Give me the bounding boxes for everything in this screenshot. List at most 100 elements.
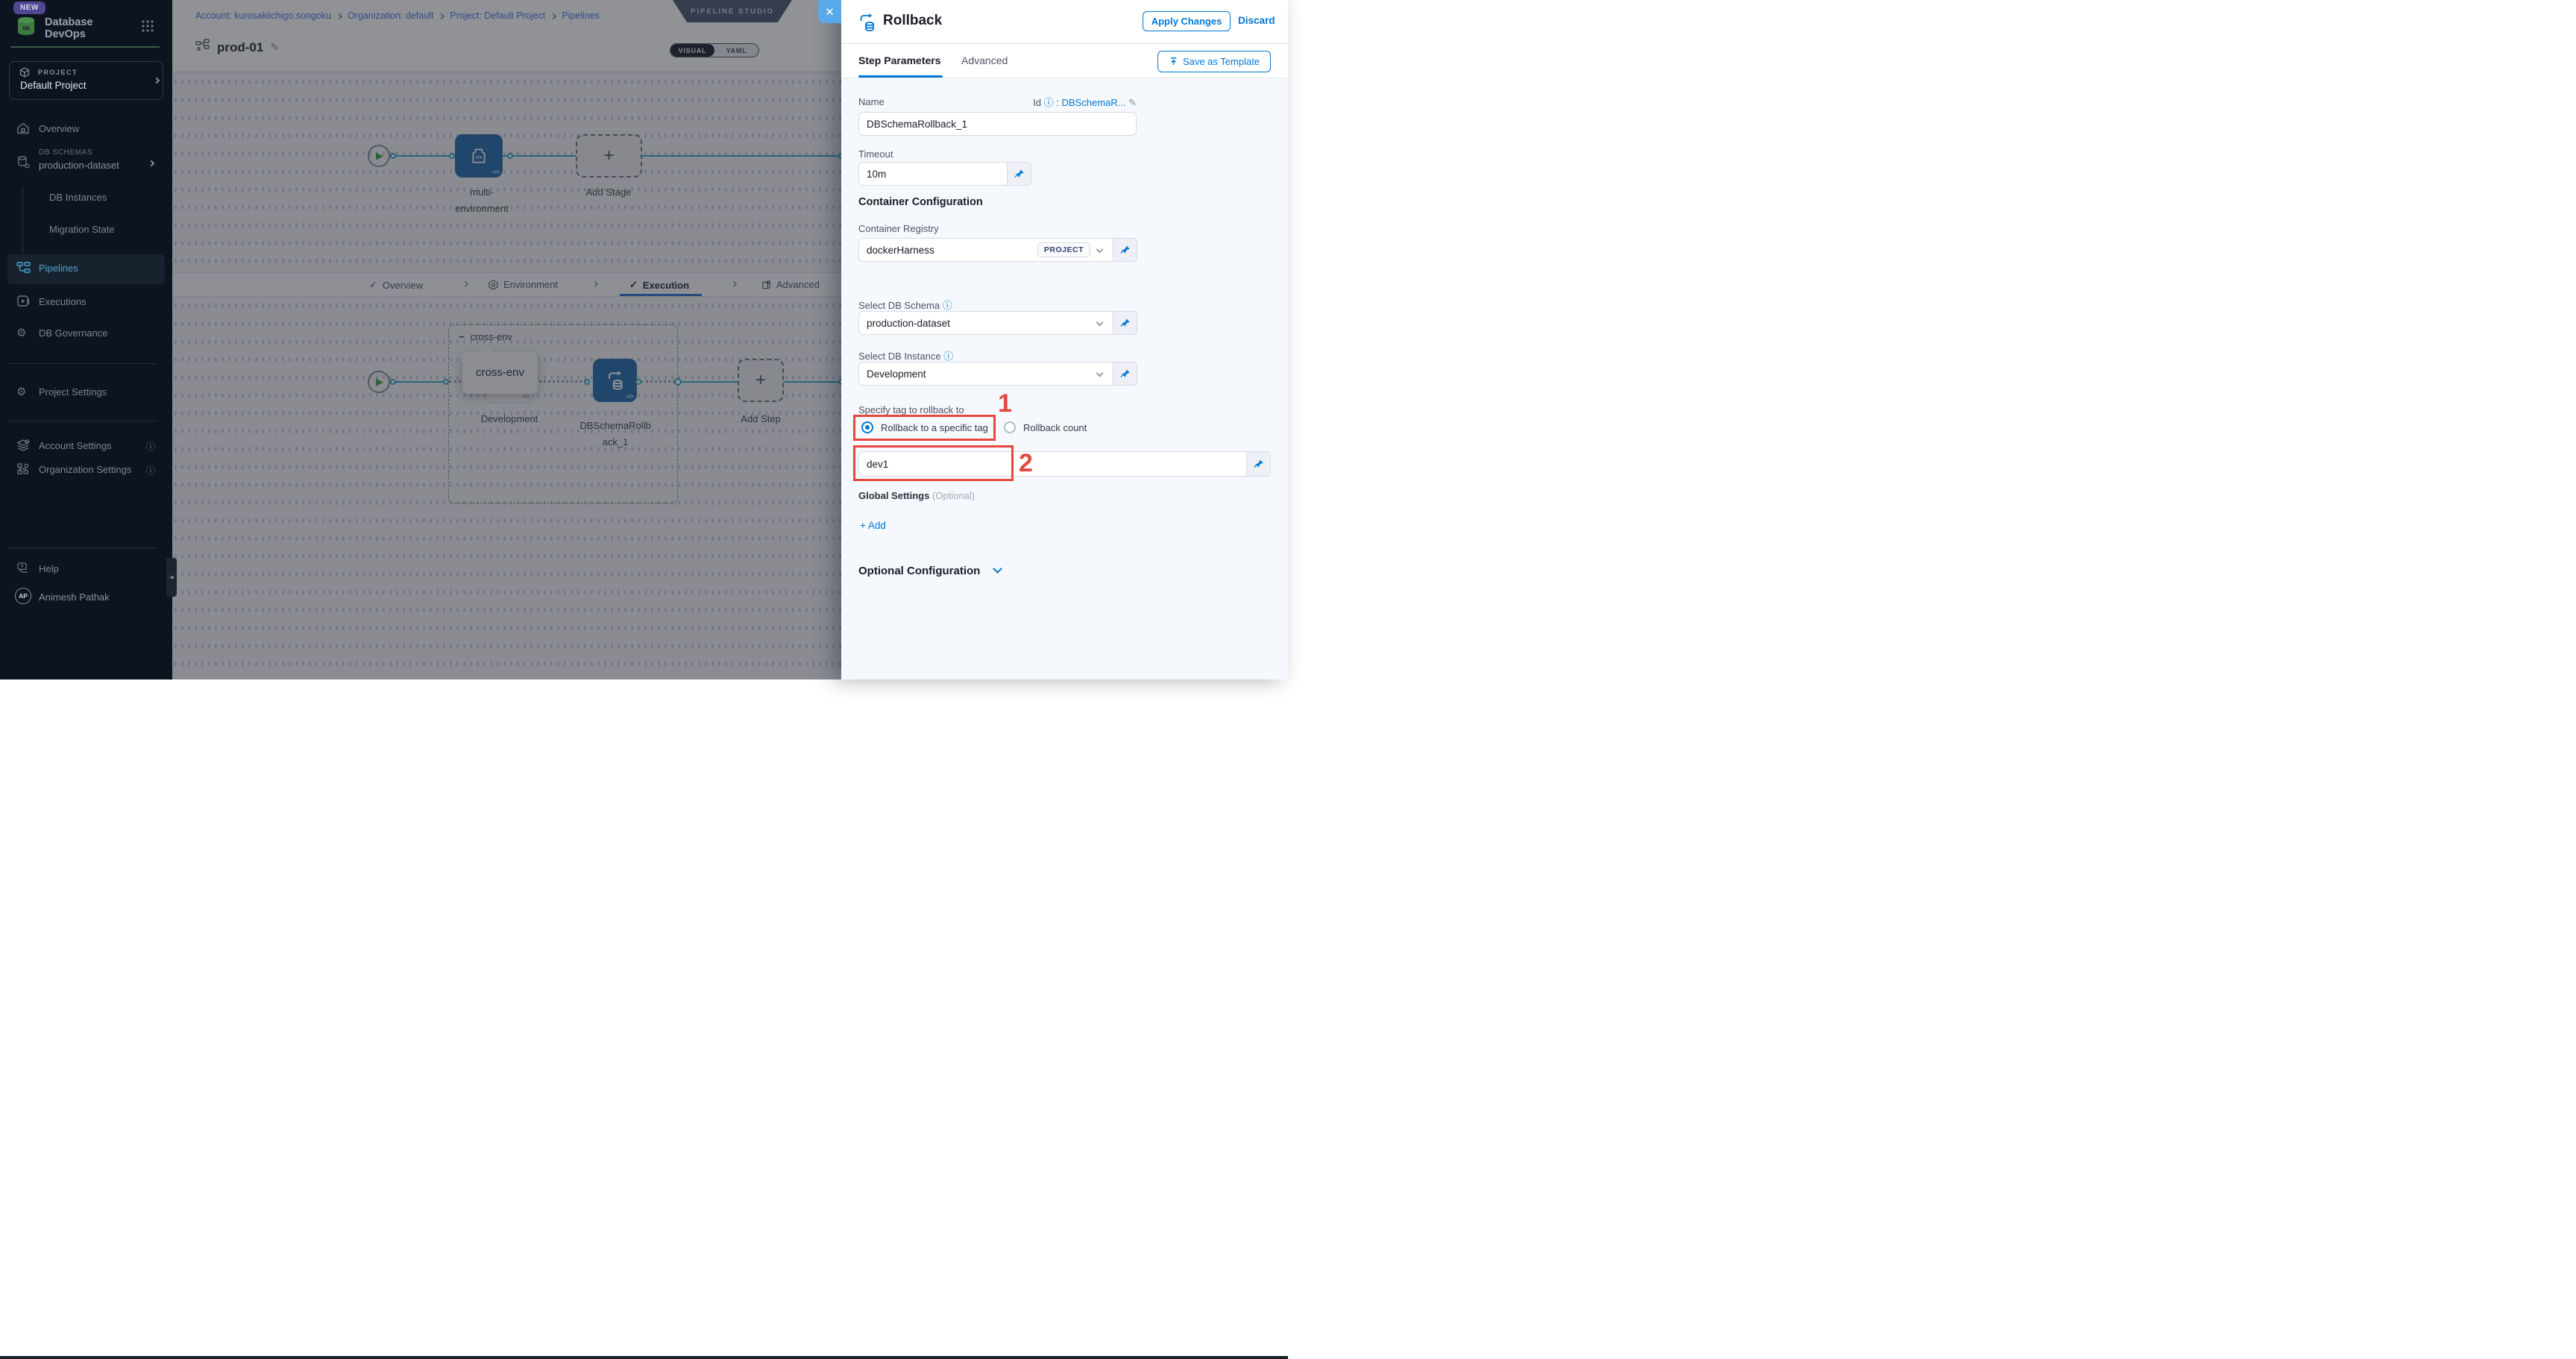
- user-name[interactable]: Animesh Pathak: [39, 591, 110, 603]
- tab-overview[interactable]: ✓ Overview: [369, 279, 423, 291]
- container-registry-select[interactable]: dockerHarness PROJECT: [858, 238, 1113, 262]
- add-step-label: Add Step: [712, 413, 809, 424]
- play-icon: ▶: [376, 376, 383, 388]
- annotation-box-1: [853, 415, 996, 441]
- project-name: Default Project: [20, 80, 87, 91]
- yaml-toggle-option[interactable]: YAML: [714, 44, 758, 57]
- database-devops-logo-icon: ∞: [15, 15, 37, 41]
- tab-step-advanced[interactable]: Advanced: [961, 54, 1008, 66]
- stage-label: multi- environment: [433, 186, 530, 214]
- pipeline-studio-badge: PIPELINE STUDIO: [673, 0, 792, 22]
- discard-button[interactable]: Discard: [1238, 15, 1275, 26]
- save-as-template-button[interactable]: Save as Template: [1157, 51, 1271, 72]
- tab-step-parameters[interactable]: Step Parameters: [858, 54, 941, 66]
- info-icon[interactable]: ⓘ: [943, 351, 953, 362]
- execution-start-node[interactable]: ▶: [368, 371, 390, 393]
- radio-unselected-icon[interactable]: [1004, 421, 1016, 433]
- governance-gear-icon: ⚙: [16, 326, 31, 341]
- sidebar-item-account-settings[interactable]: Account Settings ⓘ: [0, 436, 172, 457]
- pin-input-type-button[interactable]: [1247, 451, 1271, 477]
- project-scope-badge: PROJECT: [1037, 242, 1090, 257]
- drawer-header: Rollback Apply Changes Discard: [841, 0, 1288, 44]
- project-selector[interactable]: PROJECT Default Project: [9, 61, 163, 100]
- sidebar-item-migration-state[interactable]: Migration State: [49, 224, 114, 235]
- info-icon[interactable]: ⓘ: [943, 300, 952, 311]
- sidebar-item-pipelines[interactable]: Pipelines: [7, 254, 165, 284]
- sidebar-collapse-handle[interactable]: ◀: [166, 558, 177, 597]
- sidebar-item-help[interactable]: ? Help: [0, 559, 172, 580]
- connector-dot: [674, 378, 682, 386]
- breadcrumb-project[interactable]: Project: Default Project: [450, 10, 545, 21]
- stage-node-multi-environment[interactable]: <> </>: [455, 134, 503, 178]
- radio-rollback-count-option[interactable]: Rollback count: [1004, 421, 1087, 433]
- info-icon[interactable]: ⓘ: [146, 464, 155, 477]
- sidebar-item-db-instances[interactable]: DB Instances: [49, 192, 107, 203]
- svg-text:?: ?: [20, 565, 23, 570]
- step-node-dbschemarollback[interactable]: </>: [593, 359, 637, 402]
- connector-dot: [390, 153, 396, 159]
- info-icon[interactable]: ⓘ: [146, 440, 155, 453]
- chevron-right-icon: [154, 78, 160, 84]
- stage-tabbar: ✓ Overview Environment ✓ Execution Advan…: [172, 272, 841, 297]
- visual-toggle-option[interactable]: VISUAL: [670, 44, 714, 57]
- step-id-value[interactable]: DBSchemaR...: [1061, 97, 1125, 108]
- breadcrumb-account[interactable]: Account: kurosakiichigo.songoku: [195, 10, 331, 21]
- execution-canvas: ▶ − cross-env </> cross-env </> +: [172, 297, 841, 680]
- name-input[interactable]: [858, 112, 1137, 136]
- breadcrumb-pipelines[interactable]: Pipelines: [562, 10, 600, 21]
- edit-pipeline-icon[interactable]: ✎: [270, 41, 279, 54]
- sidebar-item-executions[interactable]: Executions: [0, 292, 172, 313]
- module-grid-icon[interactable]: [142, 20, 154, 36]
- db-instance-label: Select DB Instance ⓘ: [858, 348, 953, 362]
- tab-environment[interactable]: Environment: [489, 279, 558, 290]
- breadcrumb-organization[interactable]: Organization: default: [348, 10, 433, 21]
- sidebar: NEW ∞ Database DevOps PROJECT Default Pr…: [0, 0, 172, 680]
- divider: [7, 363, 157, 364]
- edit-id-icon[interactable]: ✎: [1128, 97, 1137, 108]
- apply-changes-button[interactable]: Apply Changes: [1143, 11, 1231, 31]
- container-config-heading: Container Configuration: [858, 196, 983, 208]
- rollback-step-icon: [605, 369, 626, 392]
- pin-input-type-button[interactable]: [1113, 362, 1137, 386]
- sidebar-item-project-settings[interactable]: ⚙ Project Settings: [0, 383, 172, 404]
- db-schema-select[interactable]: production-dataset: [858, 311, 1113, 335]
- db-schema-icon: [16, 155, 31, 170]
- brand-divider: [10, 46, 160, 48]
- rollback-step-label: DBSchemaRollb ack_1: [567, 420, 664, 448]
- sidebar-item-db-governance[interactable]: ⚙ DB Governance: [0, 324, 172, 345]
- drawer-tabs: Step Parameters Advanced Save as Templat…: [841, 44, 1288, 78]
- collapse-minus-icon: −: [459, 331, 465, 342]
- rollback-icon: [858, 12, 877, 37]
- visual-yaml-toggle[interactable]: VISUAL YAML: [670, 43, 759, 57]
- db-schema-label: Select DB Schema ⓘ: [858, 298, 952, 312]
- sidebar-item-organization-settings[interactable]: Organization Settings ⓘ: [0, 460, 172, 481]
- check-icon: ✓: [369, 279, 377, 291]
- timeout-input[interactable]: [858, 162, 1008, 186]
- optional-configuration-toggle[interactable]: Optional Configuration: [858, 565, 1001, 578]
- close-drawer-button[interactable]: ✕: [818, 0, 841, 23]
- divider: [7, 547, 157, 548]
- tab-advanced[interactable]: Advanced: [761, 279, 820, 290]
- chevron-down-icon: [1096, 370, 1104, 377]
- group-collapse-toggle[interactable]: − cross-env: [459, 331, 512, 342]
- code-badge-icon: </>: [522, 395, 530, 400]
- pin-input-type-button[interactable]: [1113, 311, 1137, 335]
- project-label: PROJECT: [38, 69, 78, 76]
- environment-icon: [489, 280, 498, 290]
- user-avatar[interactable]: AP: [15, 588, 31, 604]
- add-global-setting-link[interactable]: + Add: [860, 520, 886, 531]
- info-icon[interactable]: ⓘ: [1044, 97, 1054, 108]
- connector-dot: [390, 379, 396, 385]
- add-stage-button[interactable]: +: [576, 134, 642, 178]
- tab-execution[interactable]: ✓ Execution: [629, 279, 689, 291]
- pin-input-type-button[interactable]: [1008, 162, 1031, 186]
- chevron-right-icon: [731, 281, 737, 287]
- sidebar-item-overview[interactable]: Overview: [0, 119, 172, 140]
- breadcrumb: Account: kurosakiichigo.songoku Organiza…: [195, 10, 600, 21]
- db-instance-select[interactable]: Development: [858, 362, 1113, 386]
- sidebar-item-db-schemas[interactable]: DB SCHEMAS production-dataset: [0, 148, 172, 181]
- pin-icon: [1014, 169, 1025, 179]
- pin-input-type-button[interactable]: [1113, 238, 1137, 262]
- pipeline-start-node[interactable]: ▶: [368, 145, 390, 167]
- add-step-button[interactable]: +: [738, 359, 784, 402]
